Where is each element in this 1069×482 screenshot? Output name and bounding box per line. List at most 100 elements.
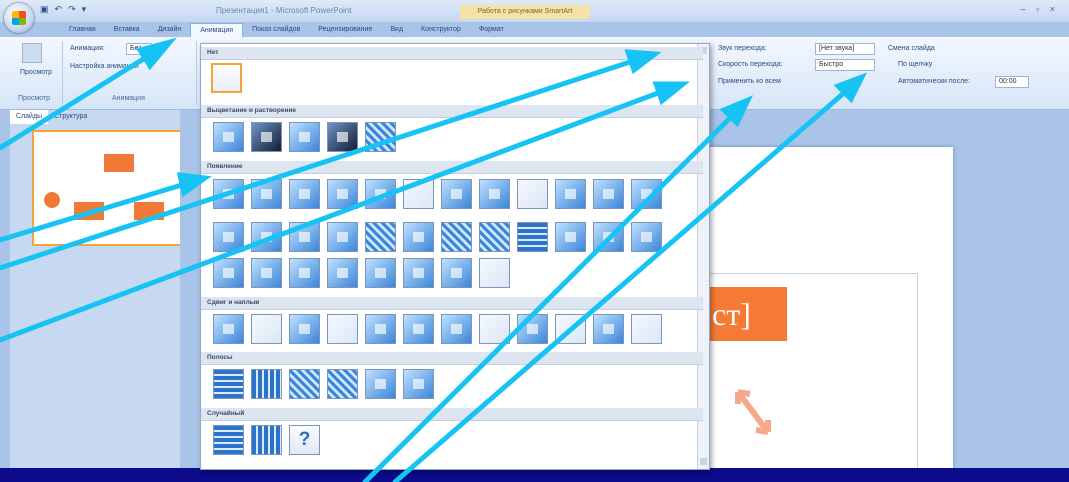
transition-appear-8[interactable]	[479, 179, 510, 209]
transition-appear-5[interactable]	[365, 179, 396, 209]
transition-appear-13[interactable]	[213, 222, 244, 252]
redo-icon[interactable]: ↷	[68, 4, 76, 15]
sound-combo[interactable]: [Нет звука]	[815, 43, 875, 55]
transition-appear-20[interactable]	[479, 222, 510, 252]
speed-combo[interactable]: Быстро	[815, 59, 875, 71]
tab-home[interactable]: Главная	[60, 23, 105, 37]
group-label-preview: Просмотр	[18, 95, 50, 102]
transition-appear-25[interactable]	[213, 258, 244, 288]
save-icon[interactable]: ▣	[40, 4, 49, 15]
tab-constructor[interactable]: Конструктор	[412, 23, 470, 37]
thumbnail-shape	[104, 154, 134, 172]
transition-appear-14[interactable]	[251, 222, 282, 252]
animation-combo[interactable]: Без	[126, 43, 152, 55]
pane-tabs: Слайды Структура	[10, 110, 178, 124]
transition-fade-smooth-2[interactable]	[289, 122, 320, 152]
transition-fade-black-2[interactable]	[327, 122, 358, 152]
transition-appear-9[interactable]	[517, 179, 548, 209]
tab-design[interactable]: Дизайн	[149, 23, 191, 37]
transition-push-2[interactable]	[251, 314, 282, 344]
tab-review[interactable]: Рецензирование	[309, 23, 381, 37]
transition-appear-17[interactable]	[365, 222, 396, 252]
transition-appear-18[interactable]	[403, 222, 434, 252]
on-click-checkbox[interactable]: По щелчку	[898, 61, 932, 68]
transition-appear-24[interactable]	[631, 222, 662, 252]
undo-icon[interactable]: ↶	[55, 4, 63, 15]
transition-appear-4[interactable]	[327, 179, 358, 209]
transition-appear-29[interactable]	[365, 258, 396, 288]
transition-dissolve[interactable]	[365, 122, 396, 152]
transition-push-7[interactable]	[441, 314, 472, 344]
transition-appear-28[interactable]	[327, 258, 358, 288]
tab-format[interactable]: Формат	[470, 23, 513, 37]
qat-dropdown-icon[interactable]: ▾	[82, 4, 87, 15]
transition-appear-10[interactable]	[555, 179, 586, 209]
ribbon-separator	[62, 41, 63, 105]
smartart-shape-text[interactable]: ст]	[708, 287, 787, 341]
tab-outline[interactable]: Структура	[48, 110, 93, 124]
auto-after-input[interactable]: 00:00	[995, 76, 1029, 88]
transition-random[interactable]: ?	[289, 425, 320, 455]
slide-thumbnail[interactable]	[32, 130, 182, 246]
transition-push-1[interactable]	[213, 314, 244, 344]
transition-stripes-3[interactable]	[289, 369, 320, 399]
transition-stripes-6[interactable]	[403, 369, 434, 399]
transition-random-vertical[interactable]	[251, 425, 282, 455]
transition-appear-19[interactable]	[441, 222, 472, 252]
transition-appear-15[interactable]	[289, 222, 320, 252]
transition-push-10[interactable]	[555, 314, 586, 344]
transition-none[interactable]	[211, 63, 242, 93]
double-arrow-icon	[735, 389, 771, 435]
transition-push-11[interactable]	[593, 314, 624, 344]
presentation-slide: ▣ ↶ ↷ ▾ Презентация1 - Microsoft PowerPo…	[0, 0, 1069, 482]
title-bar: ▣ ↶ ↷ ▾ Презентация1 - Microsoft PowerPo…	[0, 0, 1069, 33]
tab-slide-show[interactable]: Показ слайдов	[243, 23, 309, 37]
transition-stripes-2[interactable]	[251, 369, 282, 399]
quick-access-toolbar: ▣ ↶ ↷ ▾	[40, 4, 86, 15]
transition-appear-23[interactable]	[593, 222, 624, 252]
transition-appear-22[interactable]	[555, 222, 586, 252]
transition-stripes-4[interactable]	[327, 369, 358, 399]
custom-animation-button[interactable]: Настройка анимации	[70, 63, 139, 70]
transition-push-6[interactable]	[403, 314, 434, 344]
preview-button[interactable]: Просмотр	[20, 69, 52, 76]
transition-fade-black[interactable]	[251, 122, 282, 152]
transition-random-horizontal[interactable]	[213, 425, 244, 455]
transition-appear-7[interactable]	[441, 179, 472, 209]
transition-appear-30[interactable]	[403, 258, 434, 288]
transition-appear-11[interactable]	[593, 179, 624, 209]
office-logo-icon	[12, 11, 26, 25]
transition-appear-32[interactable]	[479, 258, 510, 288]
transition-appear-21[interactable]	[517, 222, 548, 252]
animation-label: Анимация:	[70, 45, 105, 52]
transition-appear-16[interactable]	[327, 222, 358, 252]
transition-push-9[interactable]	[517, 314, 548, 344]
window-controls[interactable]: – ▫ ×	[1021, 4, 1059, 14]
transition-appear-26[interactable]	[251, 258, 282, 288]
tab-slides[interactable]: Слайды	[10, 110, 49, 124]
transition-appear-27[interactable]	[289, 258, 320, 288]
transition-stripes-5[interactable]	[365, 369, 396, 399]
preview-icon[interactable]	[22, 43, 42, 63]
transition-stripes-1[interactable]	[213, 369, 244, 399]
transition-appear-31[interactable]	[441, 258, 472, 288]
transition-appear-12[interactable]	[631, 179, 662, 209]
transition-push-3[interactable]	[289, 314, 320, 344]
tab-view[interactable]: Вид	[381, 23, 412, 37]
transition-fade-smooth[interactable]	[213, 122, 244, 152]
sound-label: Звук перехода:	[718, 45, 767, 52]
transition-push-5[interactable]	[365, 314, 396, 344]
office-button[interactable]	[4, 3, 34, 33]
section-random: Случайный	[201, 408, 703, 421]
transition-push-8[interactable]	[479, 314, 510, 344]
apply-all-button[interactable]: Применить ко всем	[718, 78, 781, 85]
transition-appear-6[interactable]	[403, 179, 434, 209]
transition-appear-1[interactable]	[213, 179, 244, 209]
scroll-down-icon[interactable]	[700, 458, 707, 465]
tab-insert[interactable]: Вставка	[105, 23, 149, 37]
tab-animation[interactable]: Анимация	[190, 23, 244, 38]
transition-appear-2[interactable]	[251, 179, 282, 209]
transition-push-12[interactable]	[631, 314, 662, 344]
transition-push-4[interactable]	[327, 314, 358, 344]
transition-appear-3[interactable]	[289, 179, 320, 209]
